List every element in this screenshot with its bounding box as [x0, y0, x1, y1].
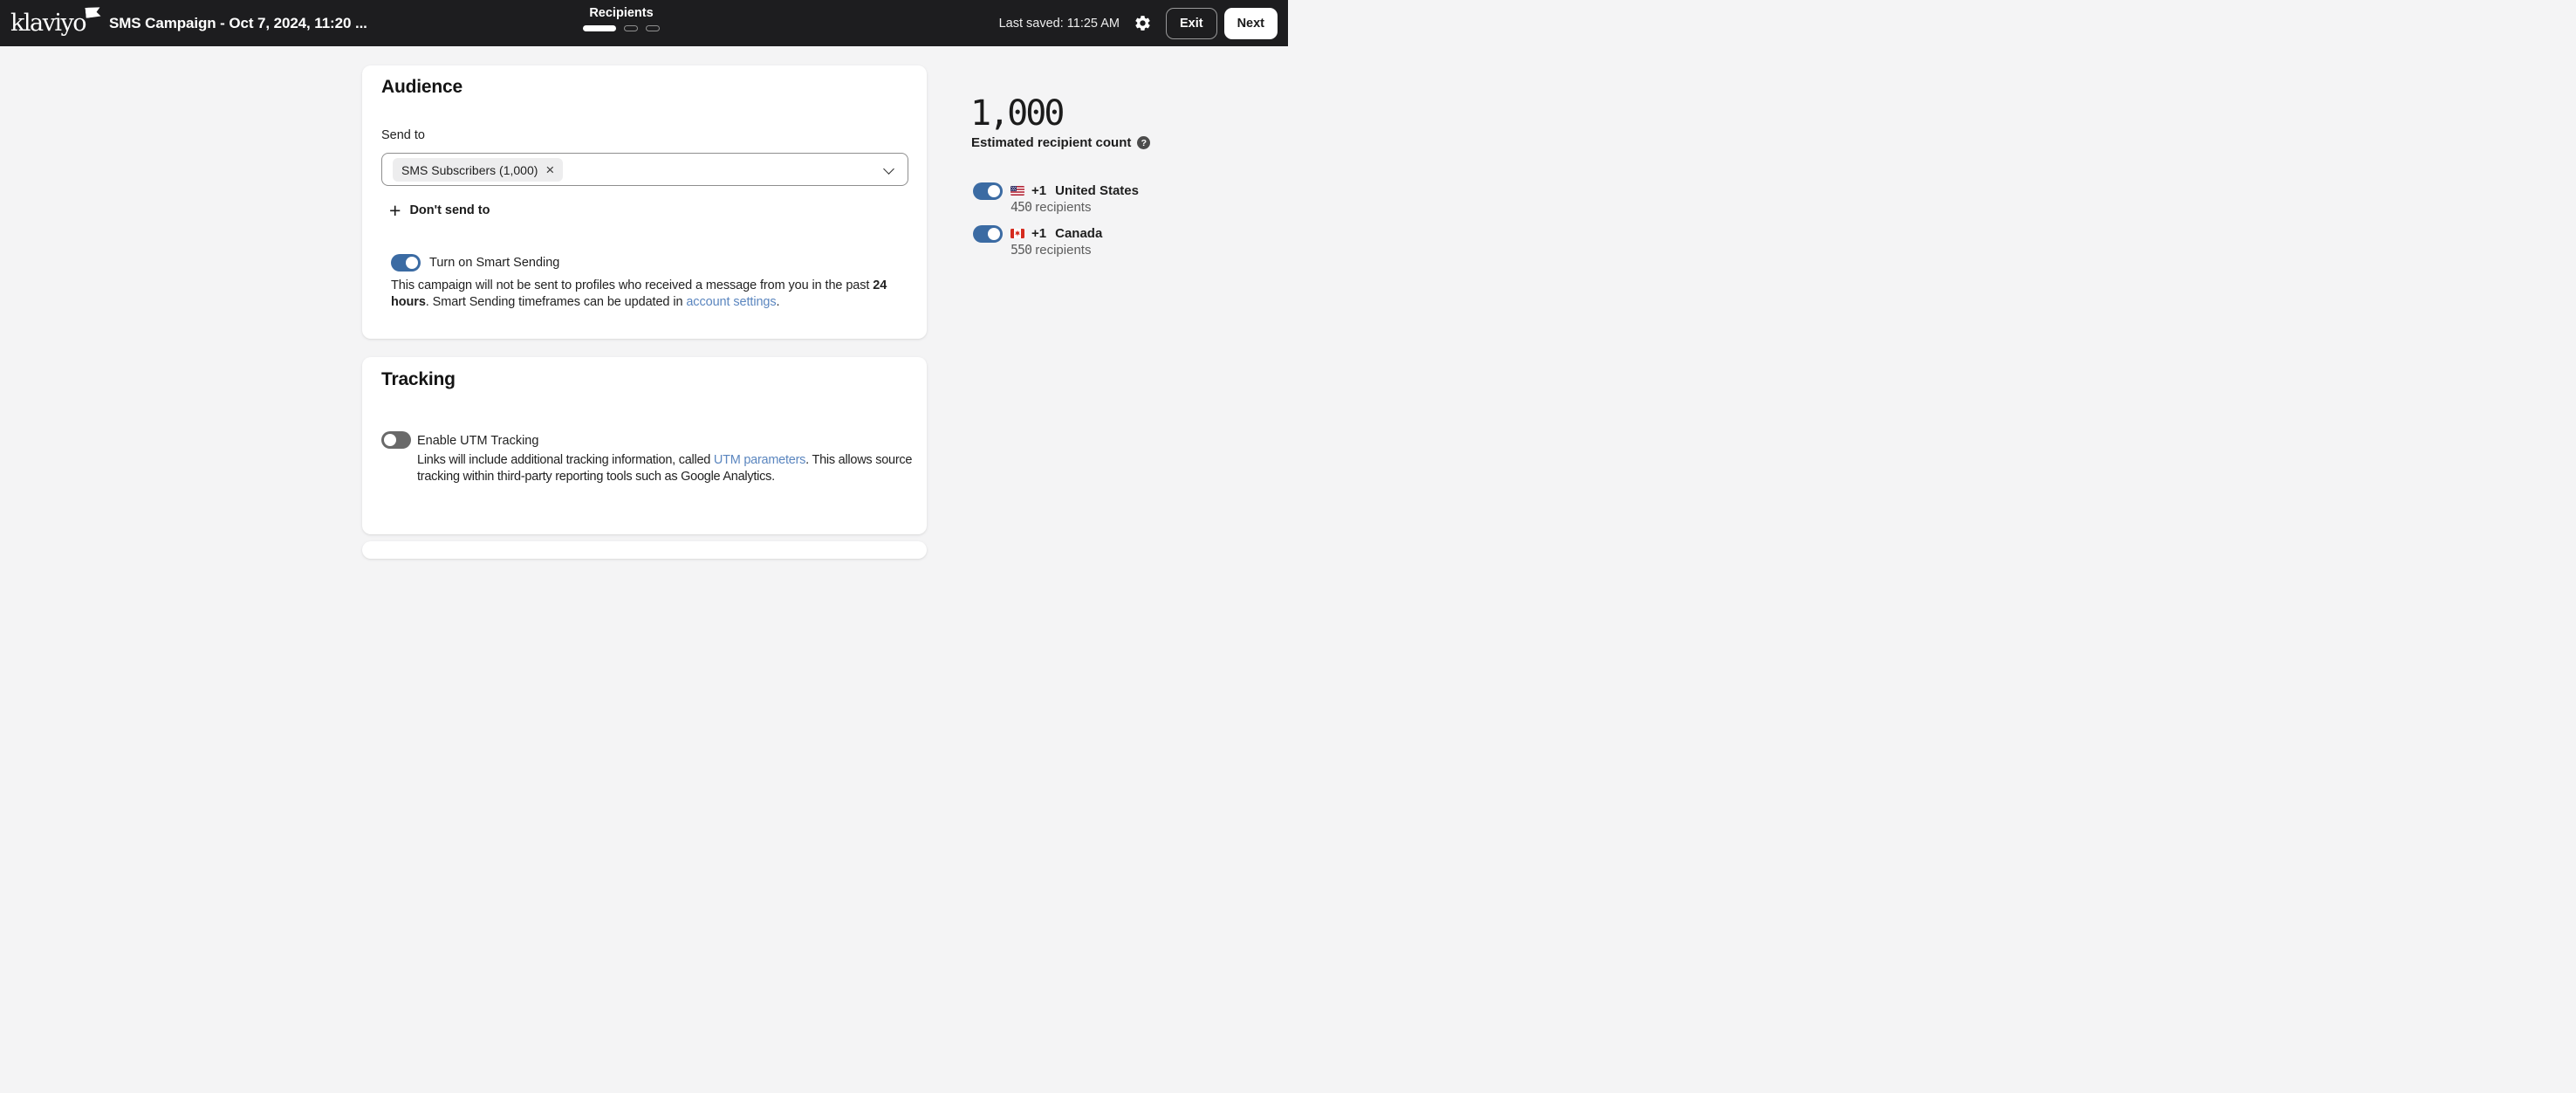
progress-step-1-current — [583, 25, 616, 31]
us-recipients-number: 450 — [1011, 199, 1031, 215]
progress-step-2 — [624, 25, 638, 31]
united-states-toggle[interactable] — [973, 182, 1003, 200]
us-country-name: United States — [1055, 183, 1139, 198]
progress-step-3 — [646, 25, 660, 31]
us-recipients-count: 450 recipients — [1011, 200, 1091, 215]
account-settings-link[interactable]: account settings — [686, 295, 776, 309]
audience-card: Audience Send to SMS Subscribers (1,000)… — [362, 65, 927, 339]
exit-button[interactable]: Exit — [1166, 8, 1217, 39]
top-bar: klaviyo SMS Campaign - Oct 7, 2024, 11:2… — [0, 0, 1288, 46]
header-actions: Last saved: 11:25 AM Exit Next — [999, 0, 1278, 46]
smart-desc-text-1: This campaign will not be sent to profil… — [391, 278, 873, 292]
progress-steps: Recipients — [583, 0, 660, 31]
utm-tracking-description: Links will include additional tracking i… — [417, 452, 923, 485]
smart-desc-text-3: . — [777, 295, 780, 309]
utm-parameters-link[interactable]: UTM parameters — [714, 453, 805, 467]
smart-desc-text-2: . Smart Sending timeframes can be update… — [426, 295, 687, 309]
progress-indicator — [583, 25, 660, 31]
canada-flag-icon — [1011, 229, 1024, 238]
smart-sending-description: This campaign will not be sent to profil… — [391, 278, 920, 311]
send-to-select[interactable]: SMS Subscribers (1,000) × — [381, 153, 908, 186]
estimated-recipient-count-value: 1,000 — [970, 93, 1062, 134]
utm-desc-text-1: Links will include additional tracking i… — [417, 453, 714, 467]
klaviyo-wordmark: klaviyo — [10, 11, 86, 35]
us-recipients-suffix: recipients — [1031, 200, 1091, 215]
last-saved-status: Last saved: 11:25 AM — [999, 17, 1120, 31]
ca-recipients-suffix: recipients — [1031, 243, 1091, 258]
chevron-down-icon — [883, 163, 894, 175]
smart-sending-label: Turn on Smart Sending — [429, 256, 559, 270]
country-row-united-states: +1 United States 450 recipients — [973, 182, 1139, 216]
audience-chip[interactable]: SMS Subscribers (1,000) × — [393, 158, 563, 182]
klaviyo-sms-campaign-editor: klaviyo SMS Campaign - Oct 7, 2024, 11:2… — [0, 0, 1288, 546]
tracking-card-title: Tracking — [381, 369, 456, 390]
dont-send-to-button[interactable]: + Don't send to — [389, 202, 490, 219]
tracking-card: Tracking Enable UTM Tracking Links will … — [362, 357, 927, 534]
us-country-code: +1 — [1031, 183, 1046, 198]
next-section-card-partial — [362, 541, 927, 559]
estimated-recipient-count-label: Estimated recipient count — [971, 135, 1131, 150]
plus-icon: + — [389, 202, 401, 219]
us-flag-icon — [1011, 186, 1024, 196]
send-to-label: Send to — [381, 128, 425, 142]
utm-tracking-toggle[interactable] — [381, 431, 411, 449]
audience-card-title: Audience — [381, 77, 462, 98]
header-buttons: Exit Next — [1166, 8, 1278, 39]
ca-recipients-count: 550 recipients — [1011, 243, 1091, 258]
remove-chip-icon[interactable]: × — [545, 162, 554, 177]
klaviyo-flag-icon — [85, 6, 100, 18]
estimated-recipient-count-row: Estimated recipient count ? — [971, 135, 1150, 150]
utm-tracking-label: Enable UTM Tracking — [417, 434, 538, 448]
audience-chip-label: SMS Subscribers (1,000) — [401, 163, 538, 177]
next-button[interactable]: Next — [1224, 8, 1278, 39]
dont-send-to-label: Don't send to — [409, 203, 490, 217]
settings-gear-icon[interactable] — [1134, 14, 1152, 32]
klaviyo-logo[interactable]: klaviyo — [10, 0, 86, 46]
canada-toggle[interactable] — [973, 225, 1003, 243]
help-icon[interactable]: ? — [1137, 136, 1150, 149]
ca-country-name: Canada — [1055, 226, 1102, 241]
campaign-title: SMS Campaign - Oct 7, 2024, 11:20 ... — [109, 0, 367, 46]
country-row-canada: +1 Canada 550 recipients — [973, 224, 1102, 258]
step-label: Recipients — [583, 6, 660, 20]
smart-sending-toggle[interactable] — [391, 254, 421, 272]
ca-recipients-number: 550 — [1011, 242, 1031, 258]
ca-country-code: +1 — [1031, 226, 1046, 241]
smart-sending-row: Turn on Smart Sending — [391, 254, 559, 272]
